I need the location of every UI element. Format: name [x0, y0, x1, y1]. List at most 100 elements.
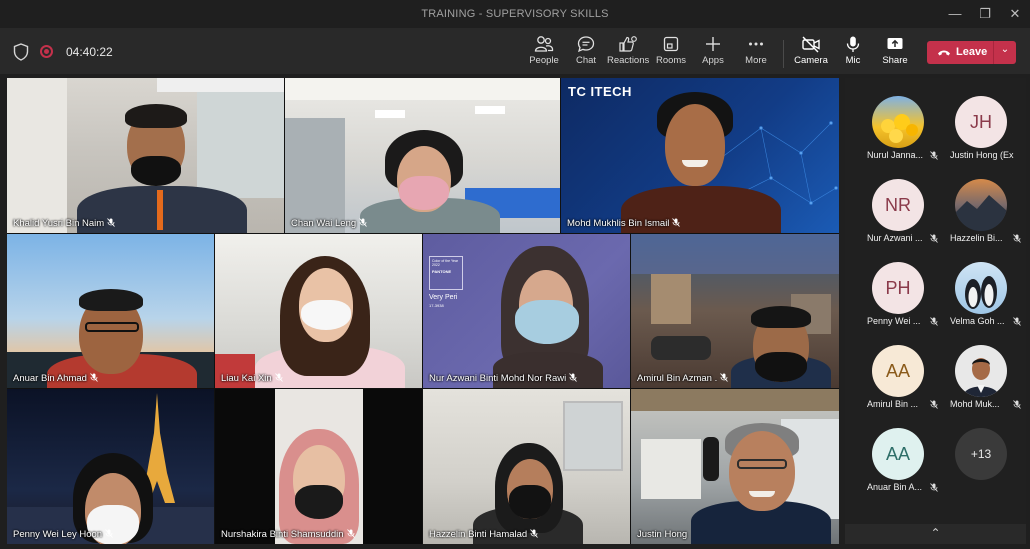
chat-button[interactable]: Chat	[565, 34, 607, 72]
rooms-button[interactable]: Rooms	[650, 34, 692, 72]
restore-icon[interactable]: ❐	[970, 4, 1000, 24]
participant-name: Mohd Mukhlis Bin Ismail	[567, 218, 670, 229]
share-button[interactable]: Share	[874, 34, 916, 72]
avatar: NR	[872, 179, 924, 231]
recording-indicator-icon	[40, 45, 53, 58]
video-tile[interactable]: Penny Wei Ley Hoon	[7, 389, 214, 544]
video-tile[interactable]: Khalid Yusri Bin Naim	[7, 78, 284, 233]
participant-name: Khalid Yusri Bin Naim	[13, 218, 105, 229]
mic-off-icon	[569, 373, 578, 382]
reactions-button[interactable]: Reactions	[607, 34, 649, 72]
mic-button[interactable]: Mic	[832, 34, 874, 72]
video-tile[interactable]: Liau Kai Xin	[215, 234, 422, 388]
avatar	[955, 262, 1007, 314]
plus-icon	[706, 37, 720, 51]
penguin-photo-icon	[965, 276, 997, 309]
more-icon	[749, 42, 763, 46]
participant-tile[interactable]: PH Penny Wei ...	[853, 254, 939, 334]
reactions-icon	[619, 36, 637, 52]
participant-name: Justin Hong (Ex...	[950, 150, 1014, 160]
mic-off-icon	[530, 529, 539, 538]
participant-tile[interactable]: Mohd Muk...	[936, 337, 1022, 417]
video-tile[interactable]: Nurshakira Binti Shamsuddin	[215, 389, 422, 544]
camera-off-icon	[802, 36, 820, 53]
avatar: JH	[955, 96, 1007, 148]
video-tile[interactable]: Amirul Bin Azman .	[631, 234, 839, 388]
video-tile[interactable]: Anuar Bin Ahmad	[7, 234, 214, 388]
apps-button[interactable]: Apps	[692, 34, 734, 72]
pantone-card: Color of the Year 2022 PANTONE	[429, 256, 463, 290]
participant-name: Justin Hong	[637, 529, 688, 540]
participant-name: Nur Azwani Binti Mohd Nor Rawi	[429, 373, 567, 384]
people-icon	[534, 36, 554, 52]
people-button[interactable]: People	[523, 34, 565, 72]
video-tile[interactable]: Color of the Year 2022 PANTONE Very Peri…	[423, 234, 630, 388]
participant-name: Velma Goh ...	[950, 316, 1005, 326]
meeting-timer: 04:40:22	[66, 45, 113, 59]
flower-photo-icon	[881, 114, 918, 143]
mic-off-icon	[346, 529, 355, 538]
man-photo-icon	[963, 358, 999, 397]
microphone-icon	[846, 36, 860, 52]
participant-name: Penny Wei ...	[867, 316, 921, 326]
avatar: PH	[872, 262, 924, 314]
more-participants-count: +13	[955, 428, 1007, 480]
close-icon[interactable]: ✕	[1000, 4, 1030, 24]
mic-label: Mic	[845, 55, 861, 66]
participant-tile[interactable]: NR Nur Azwani ...	[853, 171, 939, 251]
video-tile[interactable]: Chan Wai Leng	[285, 78, 560, 233]
more-participants-button[interactable]: +13	[936, 420, 1022, 500]
participant-name: Nurshakira Binti Shamsuddin	[221, 529, 344, 540]
participant-name: Liau Kai Xin	[221, 373, 272, 384]
chevron-up-icon: ⌃	[930, 526, 941, 540]
share-label: Share	[882, 55, 908, 66]
window-title: TRAINING - SUPERVISORY SKILLS	[421, 8, 609, 20]
mic-off-icon	[720, 373, 729, 382]
rooms-label: Rooms	[655, 55, 687, 66]
shield-icon[interactable]	[13, 43, 29, 61]
landscape-photo-icon	[955, 195, 1007, 231]
leave-button[interactable]: Leave ⌄	[927, 41, 1016, 64]
more-label: More	[745, 55, 767, 66]
participant-name: Amirul Bin Azman .	[637, 373, 718, 384]
people-label: People	[529, 55, 559, 66]
participant-tile[interactable]: Nurul Janna...	[853, 88, 939, 168]
more-button[interactable]: More	[735, 34, 777, 72]
participants-panel: Nurul Janna... JH Justin Hong (Ex... NR …	[845, 78, 1026, 544]
reactions-label: Reactions	[607, 55, 650, 66]
mic-off-icon	[105, 529, 113, 538]
avatar: AA	[872, 345, 924, 397]
participant-tile[interactable]: JH Justin Hong (Ex...	[936, 88, 1022, 168]
camera-label: Camera	[794, 55, 828, 66]
video-tile[interactable]: Hazzelin Binti Hamalad	[423, 389, 630, 544]
mic-off-icon	[1013, 400, 1021, 409]
rooms-icon	[663, 36, 679, 52]
participant-tile[interactable]: AA Anuar Bin A...	[853, 420, 939, 500]
chevron-down-icon[interactable]: ⌄	[995, 44, 1015, 55]
title-bar: TRAINING - SUPERVISORY SKILLS — ❐ ✕	[0, 0, 1030, 28]
mic-off-icon	[274, 373, 283, 382]
video-tile[interactable]: TC ITECH Mohd Mukhlis Bin Ismail	[561, 78, 839, 233]
avatar	[955, 179, 1007, 231]
participant-name: Hazzelin Binti Hamalad	[429, 529, 528, 540]
camera-button[interactable]: Camera	[790, 34, 832, 72]
participant-tile[interactable]: Velma Goh ...	[936, 254, 1022, 334]
participant-name: Mohd Muk...	[950, 399, 1000, 409]
video-tile[interactable]: Justin Hong	[631, 389, 839, 544]
mic-off-icon	[107, 218, 116, 227]
share-icon	[887, 38, 903, 49]
avatar	[955, 345, 1007, 397]
minimize-icon[interactable]: —	[940, 4, 970, 24]
participant-name: Hazzelin Bi...	[950, 233, 1003, 243]
participant-tile[interactable]: AA Amirul Bin ...	[853, 337, 939, 417]
participant-tile[interactable]: Hazzelin Bi...	[936, 171, 1022, 251]
chat-label: Chat	[575, 55, 597, 66]
collapse-panel-button[interactable]: ⌃	[845, 524, 1026, 544]
participant-name: Nurul Janna...	[867, 150, 924, 160]
mic-off-icon	[672, 218, 681, 227]
avatar: AA	[872, 428, 924, 480]
toolbar-divider	[783, 40, 784, 68]
participant-name: Chan Wai Leng	[291, 218, 357, 229]
participant-name: Anuar Bin Ahmad	[13, 373, 87, 384]
chat-icon	[577, 36, 595, 53]
